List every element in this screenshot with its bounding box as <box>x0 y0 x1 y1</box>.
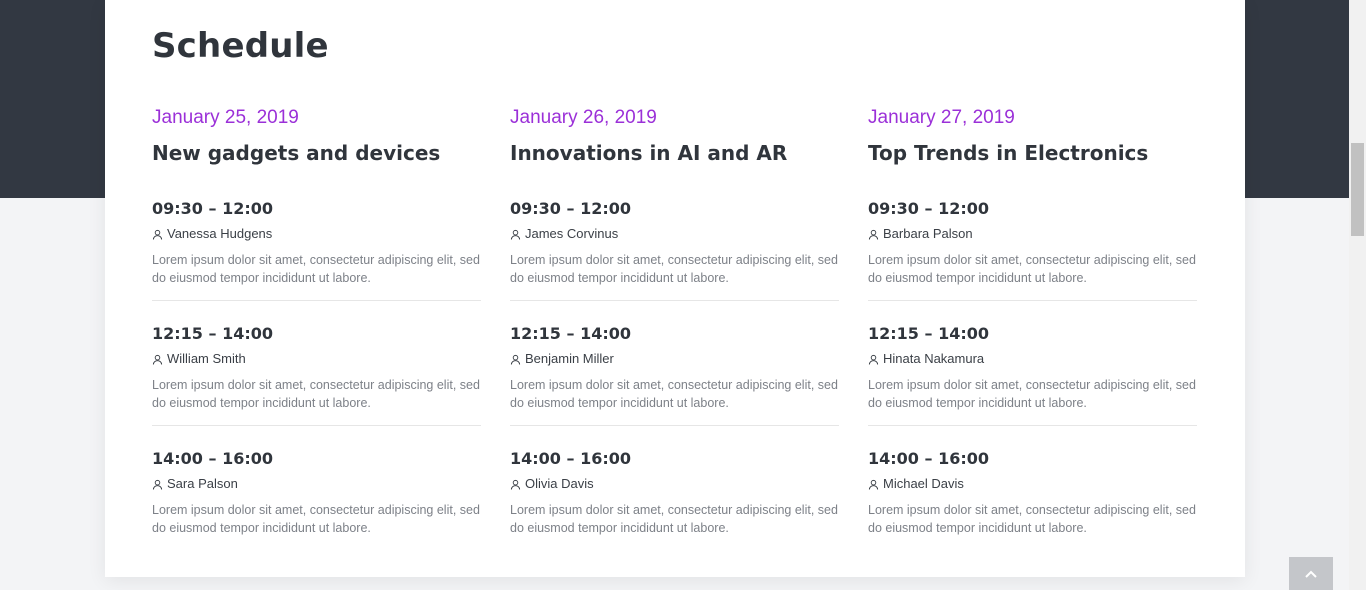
day-date: January 25, 2019 <box>152 107 299 128</box>
session-speaker[interactable]: Hinata Nakamura <box>868 350 1198 368</box>
session-speaker[interactable]: William Smith <box>152 350 482 368</box>
user-icon <box>868 479 879 490</box>
session-speaker[interactable]: Barbara Palson <box>868 225 1198 243</box>
speaker-name: William Smith <box>167 351 246 366</box>
user-icon <box>152 229 163 240</box>
schedule-day-2: January 26, 2019 Innovations in AI and A… <box>510 105 840 550</box>
session-time: 14:00 – 16:00 <box>510 449 631 468</box>
session-description: Lorem ipsum dolor sit amet, consectetur … <box>510 378 838 410</box>
session-description: Lorem ipsum dolor sit amet, consectetur … <box>868 253 1196 285</box>
speaker-name: James Corvinus <box>525 226 619 241</box>
speaker-name: Olivia Davis <box>525 476 594 491</box>
user-icon <box>868 229 879 240</box>
speaker-name: Benjamin Miller <box>525 351 614 366</box>
session-time: 14:00 – 16:00 <box>868 449 989 468</box>
session-time: 14:00 – 16:00 <box>152 449 273 468</box>
session-item: 09:30 – 12:00 James Corvinus Lorem ipsum… <box>510 198 840 300</box>
speaker-name: Vanessa Hudgens <box>167 226 273 241</box>
session-time: 09:30 – 12:00 <box>510 199 631 218</box>
session-description: Lorem ipsum dolor sit amet, consectetur … <box>152 378 480 410</box>
schedule-day-1: January 25, 2019 New gadgets and devices… <box>152 105 482 550</box>
page-title: Schedule <box>152 26 329 66</box>
session-description: Lorem ipsum dolor sit amet, consectetur … <box>510 253 838 285</box>
day-title: Innovations in AI and AR <box>510 141 788 165</box>
user-icon <box>868 354 879 365</box>
speaker-name: Sara Palson <box>167 476 238 491</box>
user-icon <box>152 479 163 490</box>
user-icon <box>510 354 521 365</box>
session-time: 12:15 – 14:00 <box>152 324 273 343</box>
day-title: Top Trends in Electronics <box>868 141 1149 165</box>
session-time: 12:15 – 14:00 <box>510 324 631 343</box>
session-item: 12:15 – 14:00 Benjamin Miller Lorem ipsu… <box>510 300 840 425</box>
session-speaker[interactable]: Michael Davis <box>868 475 1198 493</box>
session-time: 09:30 – 12:00 <box>152 199 273 218</box>
session-description: Lorem ipsum dolor sit amet, consectetur … <box>868 503 1196 535</box>
session-list: 09:30 – 12:00 James Corvinus Lorem ipsum… <box>510 198 840 550</box>
speaker-name: Michael Davis <box>883 476 964 491</box>
page-scrollbar[interactable] <box>1349 0 1366 590</box>
session-description: Lorem ipsum dolor sit amet, consectetur … <box>152 503 480 535</box>
back-to-top-button[interactable] <box>1289 557 1333 590</box>
session-time: 12:15 – 14:00 <box>868 324 989 343</box>
session-speaker[interactable]: Vanessa Hudgens <box>152 225 482 243</box>
speaker-name: Barbara Palson <box>883 226 973 241</box>
session-item: 09:30 – 12:00 Barbara Palson Lorem ipsum… <box>868 198 1198 300</box>
day-date: January 26, 2019 <box>510 107 657 128</box>
session-item: 09:30 – 12:00 Vanessa Hudgens Lorem ipsu… <box>152 198 482 300</box>
session-description: Lorem ipsum dolor sit amet, consectetur … <box>868 378 1196 410</box>
session-item: 14:00 – 16:00 Olivia Davis Lorem ipsum d… <box>510 425 840 550</box>
session-speaker[interactable]: Olivia Davis <box>510 475 840 493</box>
session-item: 12:15 – 14:00 William Smith Lorem ipsum … <box>152 300 482 425</box>
day-title: New gadgets and devices <box>152 141 441 165</box>
session-time: 09:30 – 12:00 <box>868 199 989 218</box>
session-speaker[interactable]: Benjamin Miller <box>510 350 840 368</box>
day-date: January 27, 2019 <box>868 107 1015 128</box>
session-item: 12:15 – 14:00 Hinata Nakamura Lorem ipsu… <box>868 300 1198 425</box>
chevron-up-icon <box>1305 570 1317 578</box>
schedule-day-3: January 27, 2019 Top Trends in Electroni… <box>868 105 1198 550</box>
session-item: 14:00 – 16:00 Sara Palson Lorem ipsum do… <box>152 425 482 550</box>
scrollbar-thumb[interactable] <box>1351 143 1364 236</box>
user-icon <box>152 354 163 365</box>
user-icon <box>510 229 521 240</box>
session-list: 09:30 – 12:00 Barbara Palson Lorem ipsum… <box>868 198 1198 550</box>
session-speaker[interactable]: Sara Palson <box>152 475 482 493</box>
speaker-name: Hinata Nakamura <box>883 351 985 366</box>
session-description: Lorem ipsum dolor sit amet, consectetur … <box>152 253 480 285</box>
user-icon <box>510 479 521 490</box>
session-speaker[interactable]: James Corvinus <box>510 225 840 243</box>
session-list: 09:30 – 12:00 Vanessa Hudgens Lorem ipsu… <box>152 198 482 550</box>
schedule-card: Schedule January 25, 2019 New gadgets an… <box>105 0 1245 577</box>
session-description: Lorem ipsum dolor sit amet, consectetur … <box>510 503 838 535</box>
session-item: 14:00 – 16:00 Michael Davis Lorem ipsum … <box>868 425 1198 550</box>
